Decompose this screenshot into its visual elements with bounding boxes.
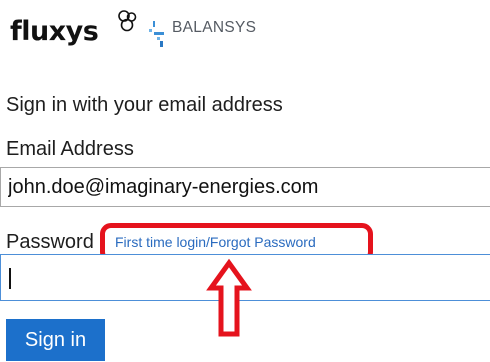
password-label: Password xyxy=(6,231,94,253)
balansys-logo-icon xyxy=(149,21,164,47)
logo-header: fluxys BALANSYS xyxy=(0,0,490,64)
balansys-logo-text: BALANSYS xyxy=(172,19,257,36)
page-heading: Sign in with your email address xyxy=(6,94,283,116)
arrow-up-icon xyxy=(206,258,252,337)
sign-in-button[interactable]: Sign in xyxy=(6,319,105,361)
email-field[interactable] xyxy=(0,167,490,207)
fluxys-logo-text: fluxys xyxy=(10,16,99,47)
text-cursor xyxy=(9,268,11,289)
fluxys-logo-icon xyxy=(118,10,137,32)
email-label: Email Address xyxy=(6,138,134,160)
forgot-password-link[interactable]: First time login/Forgot Password xyxy=(115,233,316,251)
